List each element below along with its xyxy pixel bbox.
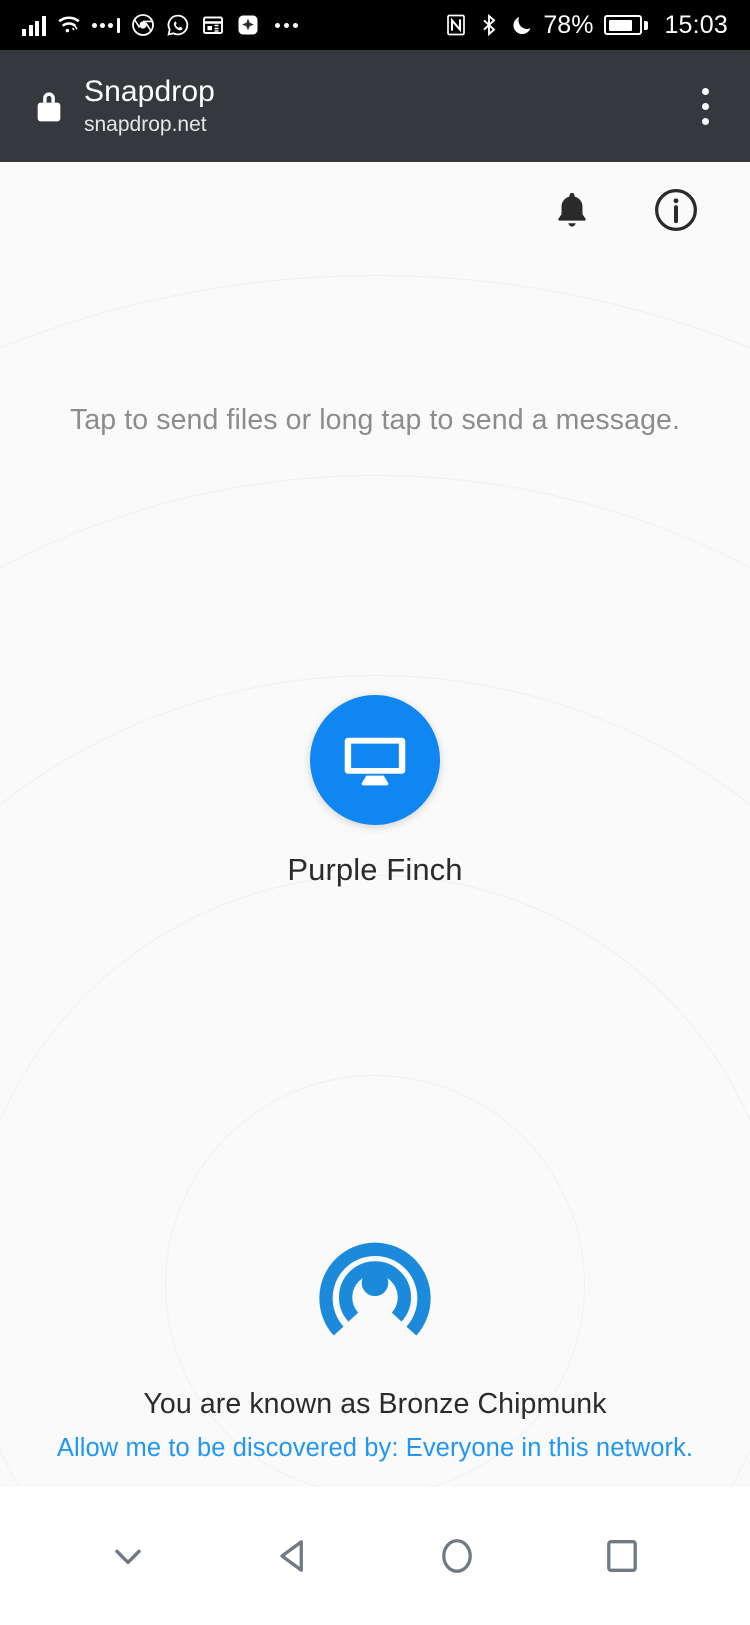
desktop-monitor-icon[interactable]	[309, 695, 440, 825]
bluetooth-icon	[477, 13, 501, 37]
page-title: Snapdrop	[84, 75, 215, 109]
clock-time: 15:03	[664, 10, 728, 39]
notification-bell-icon[interactable]	[546, 184, 598, 236]
calendar-icon	[201, 13, 225, 37]
hide-navbar-button[interactable]	[83, 1511, 173, 1601]
chrome-icon	[131, 13, 155, 37]
kebab-menu-icon[interactable]	[682, 76, 728, 136]
sparkle-app-icon	[236, 13, 260, 37]
recents-button[interactable]	[577, 1511, 667, 1601]
page-url: snapdrop.net	[84, 112, 207, 136]
page-actions	[546, 184, 702, 236]
snapdrop-page: Tap to send files or long tap to send a …	[0, 162, 750, 1487]
do-not-disturb-moon-icon	[510, 13, 534, 37]
display-name-text: You are known as Bronze Chipmunk	[143, 1388, 607, 1420]
peer-name: Purple Finch	[287, 852, 463, 887]
battery-icon	[604, 15, 649, 35]
page-footer: You are known as Bronze Chipmunk Allow m…	[0, 1217, 750, 1463]
three-dots-icon	[91, 17, 120, 33]
wifi-icon	[57, 13, 81, 37]
instruction-text: Tap to send files or long tap to send a …	[69, 404, 680, 436]
status-bar-left-icons	[22, 13, 298, 37]
browser-title-block[interactable]: Snapdrop snapdrop.net	[84, 75, 682, 137]
snapdrop-radar-logo-icon	[305, 1217, 445, 1362]
discovery-setting-link[interactable]: Allow me to be discovered by: Everyone i…	[57, 1434, 693, 1463]
browser-header: Snapdrop snapdrop.net	[0, 50, 750, 162]
status-bar: 78% 15:03	[0, 0, 750, 50]
lock-icon[interactable]	[28, 87, 70, 125]
android-navigation-bar	[0, 1487, 750, 1625]
more-icons-ellipsis-icon	[274, 22, 298, 28]
battery-percentage: 78%	[543, 10, 594, 39]
peer-list: Purple Finch	[0, 695, 750, 888]
nfc-icon	[444, 13, 468, 37]
home-button[interactable]	[412, 1511, 502, 1601]
whatsapp-icon	[166, 13, 190, 37]
peer-item[interactable]: Purple Finch	[287, 695, 463, 888]
status-bar-right-icons: 78% 15:03	[444, 11, 728, 40]
signal-bars-icon	[22, 15, 46, 36]
info-icon[interactable]	[650, 184, 702, 236]
back-button[interactable]	[248, 1511, 338, 1601]
